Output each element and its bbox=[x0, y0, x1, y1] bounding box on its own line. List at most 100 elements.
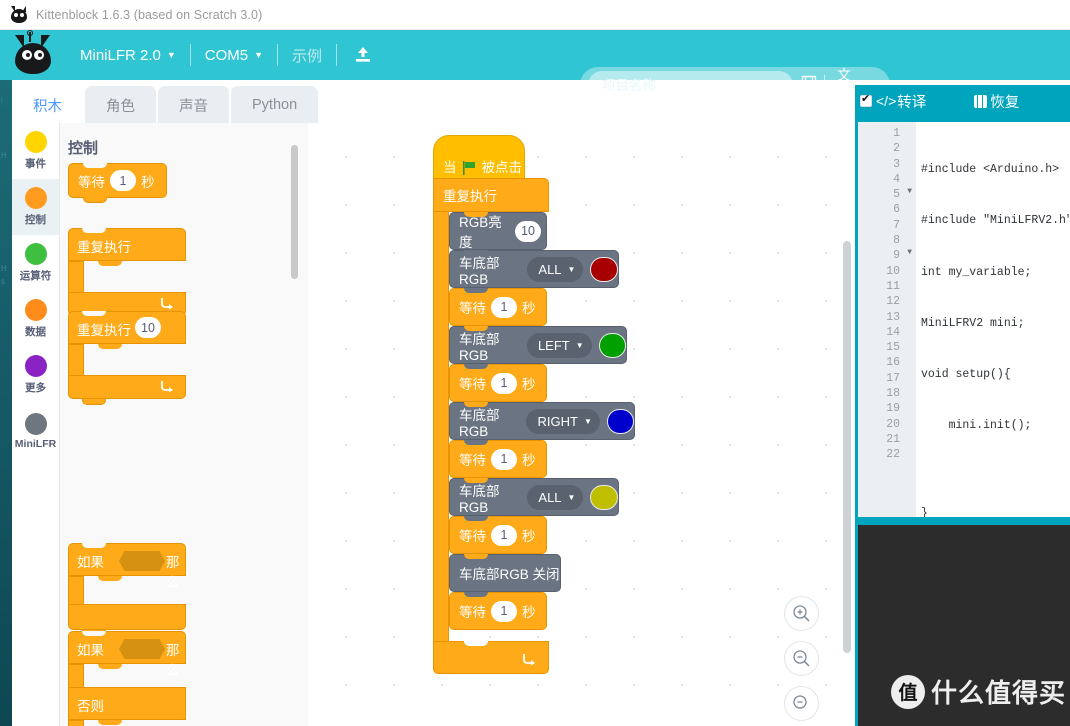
category-operators[interactable]: 运算符 bbox=[12, 235, 59, 291]
line-number: 17 bbox=[886, 371, 900, 385]
category-color-dot bbox=[24, 355, 47, 377]
line-number: 18 bbox=[886, 387, 900, 401]
block-number-input[interactable]: 10 bbox=[515, 220, 541, 242]
palette-block-if[interactable]: 如果 那么 bbox=[68, 543, 186, 636]
block-number-input[interactable]: 1 bbox=[491, 372, 517, 394]
category-control[interactable]: 控制 bbox=[12, 179, 59, 235]
category-events-label: 事件 bbox=[25, 158, 46, 170]
color-swatch[interactable] bbox=[590, 256, 618, 282]
script-block-rgb-brightness[interactable]: RGB亮度 10 bbox=[449, 212, 547, 250]
block-number-input[interactable]: 1 bbox=[491, 600, 517, 622]
main-toolbar: MiniLFR 2.0 ▼ COM5 ▼ 示例 项目名称 文件 bbox=[0, 30, 1070, 103]
script-block-rgb-set[interactable]: 车底部RGB ALL ▼ bbox=[449, 250, 619, 288]
app-logo bbox=[0, 30, 66, 80]
block-label: 车底部RGB 关闭 bbox=[459, 567, 560, 582]
line-number: 4 bbox=[893, 172, 900, 186]
script-block-rgb-set[interactable]: 车底部RGB LEFT ▼ bbox=[449, 326, 627, 364]
script-block-rgb-off[interactable]: 车底部RGB 关闭 bbox=[449, 554, 561, 592]
boolean-slot[interactable] bbox=[119, 551, 165, 571]
dropdown-value: LEFT bbox=[537, 337, 570, 353]
script-block-rgb-set[interactable]: 车底部RGB ALL ▼ bbox=[449, 478, 619, 516]
loop-arrow-icon bbox=[161, 381, 173, 392]
color-swatch[interactable] bbox=[598, 332, 626, 358]
category-data[interactable]: 数据 bbox=[12, 291, 59, 347]
block-label: 等待 bbox=[78, 174, 105, 190]
block-palette[interactable]: 控制 等待 1 秒 重复执行 重复执行 10 如果 那么 如果 那么 否则 bbox=[60, 123, 308, 726]
chevron-down-icon: ▼ bbox=[166, 49, 176, 60]
restore-label: 恢复 bbox=[990, 94, 1020, 111]
block-number-input[interactable]: 1 bbox=[491, 296, 517, 318]
fold-toggle[interactable]: ▼ bbox=[907, 187, 912, 196]
palette-block-repeat[interactable]: 重复执行 10 bbox=[68, 311, 186, 405]
line-number: 1 bbox=[893, 127, 900, 140]
category-color-dot bbox=[24, 299, 47, 321]
color-swatch[interactable] bbox=[606, 408, 634, 434]
tab-sprites-label: 角色 bbox=[106, 98, 135, 115]
code-line: int my_variable; bbox=[921, 265, 1032, 279]
tab-sounds[interactable]: 声音 bbox=[158, 86, 229, 124]
dropdown-select[interactable]: RIGHT ▼ bbox=[526, 408, 600, 434]
dropdown-select[interactable]: LEFT ▼ bbox=[526, 332, 592, 358]
script-block-rgb-set[interactable]: 车底部RGB RIGHT ▼ bbox=[449, 402, 635, 440]
forever-label: 重复执行 bbox=[443, 189, 497, 204]
zoom-reset-icon[interactable] bbox=[784, 686, 819, 721]
upload-icon[interactable] bbox=[337, 30, 389, 80]
translate-checkbox[interactable] bbox=[860, 92, 872, 107]
device-selector[interactable]: MiniLFR 2.0 ▼ bbox=[66, 30, 190, 80]
category-color-dot bbox=[24, 131, 47, 153]
code-text[interactable]: #include <Arduino.h> #include "MiniLFRV2… bbox=[916, 122, 1070, 517]
dropdown-value: ALL bbox=[538, 489, 562, 505]
category-minilfr-label: MiniLFR bbox=[14, 437, 57, 450]
script-block-wait[interactable]: 等待 1 秒 bbox=[449, 364, 547, 402]
block-notch bbox=[83, 197, 107, 203]
code-editor[interactable]: 1 2 3 4 5 6 7 8 9 10 11 12 13 14 15 16 1… bbox=[858, 122, 1070, 517]
workspace-scrollbar-thumb[interactable] bbox=[843, 241, 851, 653]
palette-scrollbar-thumb[interactable] bbox=[291, 145, 298, 279]
block-number-input[interactable]: 1 bbox=[491, 524, 517, 546]
tab-blocks[interactable]: 积木 bbox=[12, 86, 83, 124]
category-more[interactable]: 更多 bbox=[12, 347, 59, 403]
translate-toggle[interactable]: </> 转译 bbox=[855, 91, 926, 112]
script-block-wait[interactable]: 等待 1 秒 bbox=[449, 516, 547, 554]
tab-python[interactable]: Python bbox=[231, 86, 319, 124]
block-label: 那么 bbox=[166, 555, 180, 590]
palette-block-if-else[interactable]: 如果 那么 否则 bbox=[68, 631, 186, 726]
boolean-slot[interactable] bbox=[119, 639, 165, 659]
chevron-down-icon: ▼ bbox=[583, 416, 592, 426]
script-block-wait[interactable]: 等待 1 秒 bbox=[449, 592, 547, 630]
script-forever-block[interactable]: 重复执行 bbox=[433, 178, 549, 212]
category-color-dot bbox=[24, 243, 47, 265]
code-line: #include <Arduino.h> bbox=[921, 163, 1060, 176]
script-hat-block[interactable]: 当 被点击 bbox=[433, 135, 525, 183]
restore-button[interactable]: 恢复 bbox=[974, 91, 1019, 112]
palette-block-wait[interactable]: 等待 1 秒 bbox=[68, 163, 167, 203]
palette-block-forever[interactable]: 重复执行 bbox=[68, 228, 186, 322]
port-selector[interactable]: COM5 ▼ bbox=[191, 30, 277, 80]
line-number: 12 bbox=[886, 295, 900, 309]
block-number-input[interactable]: 1 bbox=[110, 170, 136, 191]
translate-label: 转译 bbox=[897, 94, 927, 111]
examples-button[interactable]: 示例 bbox=[278, 30, 336, 80]
dropdown-select[interactable]: ALL ▼ bbox=[527, 484, 584, 510]
chevron-down-icon: ▼ bbox=[254, 49, 264, 60]
save-disk-icon[interactable] bbox=[793, 75, 824, 95]
block-number-input[interactable]: 1 bbox=[491, 448, 517, 470]
script-forever-foot bbox=[433, 641, 549, 674]
block-number-input[interactable]: 10 bbox=[135, 317, 161, 338]
tab-blocks-label: 积木 bbox=[33, 98, 62, 115]
fold-toggle[interactable]: ▼ bbox=[907, 248, 912, 257]
zoom-in-icon[interactable] bbox=[784, 596, 819, 631]
category-events[interactable]: 事件 bbox=[12, 123, 59, 179]
script-block-wait[interactable]: 等待 1 秒 bbox=[449, 288, 547, 326]
script-block-wait[interactable]: 等待 1 秒 bbox=[449, 440, 547, 478]
block-label: 秒 bbox=[522, 301, 536, 316]
block-label: 车底部RGB bbox=[459, 331, 500, 363]
watermark-text: 什么值得买 bbox=[930, 678, 1066, 708]
zoom-out-icon[interactable] bbox=[784, 641, 819, 676]
project-name-input[interactable] bbox=[588, 71, 793, 99]
block-workspace[interactable]: 当 被点击 重复执行 RGB亮度 10 车底部RGB ALL ▼ 等待 1 秒 … bbox=[308, 123, 855, 726]
category-minilfr[interactable]: MiniLFR bbox=[12, 403, 59, 459]
dropdown-select[interactable]: ALL ▼ bbox=[527, 256, 584, 282]
color-swatch[interactable] bbox=[590, 484, 618, 510]
tab-sprites[interactable]: 角色 bbox=[85, 86, 156, 124]
